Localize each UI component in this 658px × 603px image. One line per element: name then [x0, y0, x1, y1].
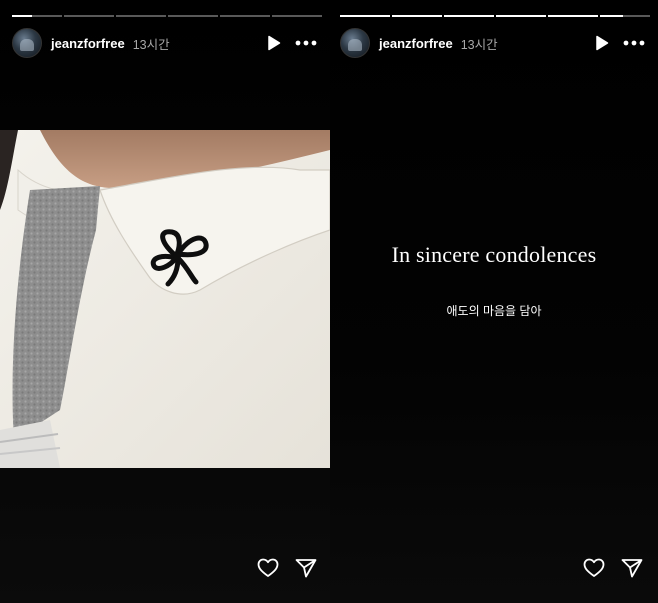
- progress-segment-fill: [392, 15, 442, 17]
- progress-segment-fill: [340, 15, 390, 17]
- story-panel-right: jeanzforfree 13시간 In sincere condolences…: [330, 0, 658, 603]
- progress-segment: [272, 15, 322, 17]
- progress-segment: [168, 15, 218, 17]
- username[interactable]: jeanzforfree: [379, 36, 453, 51]
- progress-segment: [340, 15, 390, 17]
- story-header: jeanzforfree 13시간: [12, 28, 318, 58]
- progress-segment: [12, 15, 62, 17]
- send-icon[interactable]: [620, 556, 644, 580]
- progress-segment-fill: [600, 15, 623, 17]
- more-options-icon[interactable]: [622, 31, 646, 55]
- story-panel-left: jeanzforfree 13시간: [0, 0, 330, 603]
- play-icon[interactable]: [262, 31, 286, 55]
- progress-segment-fill: [444, 15, 494, 17]
- story-photo: [0, 130, 330, 468]
- timestamp: 13시간: [132, 37, 170, 52]
- progress-segment-fill: [12, 15, 32, 17]
- avatar[interactable]: [12, 28, 42, 58]
- progress-segment: [116, 15, 166, 17]
- shirt-collar-image: [0, 130, 330, 468]
- avatar[interactable]: [340, 28, 370, 58]
- story-footer: [256, 556, 318, 580]
- story-progress-bar: [12, 15, 322, 17]
- story-progress-bar: [340, 15, 650, 17]
- username[interactable]: jeanzforfree: [51, 36, 125, 51]
- heart-icon[interactable]: [582, 556, 606, 580]
- story-subtitle-text: 애도의 마음을 담아: [446, 304, 542, 318]
- progress-segment: [496, 15, 546, 17]
- heart-icon[interactable]: [256, 556, 280, 580]
- story-title-text: In sincere condolences: [391, 242, 597, 267]
- progress-segment: [64, 15, 114, 17]
- progress-segment: [600, 15, 650, 17]
- progress-segment: [548, 15, 598, 17]
- progress-segment: [444, 15, 494, 17]
- progress-segment: [220, 15, 270, 17]
- send-icon[interactable]: [294, 556, 318, 580]
- story-footer: [582, 556, 644, 580]
- more-options-icon[interactable]: [294, 31, 318, 55]
- story-header: jeanzforfree 13시간: [340, 28, 646, 58]
- play-icon[interactable]: [590, 31, 614, 55]
- progress-segment-fill: [548, 15, 598, 17]
- progress-segment-fill: [496, 15, 546, 17]
- timestamp: 13시간: [460, 37, 498, 52]
- progress-segment: [392, 15, 442, 17]
